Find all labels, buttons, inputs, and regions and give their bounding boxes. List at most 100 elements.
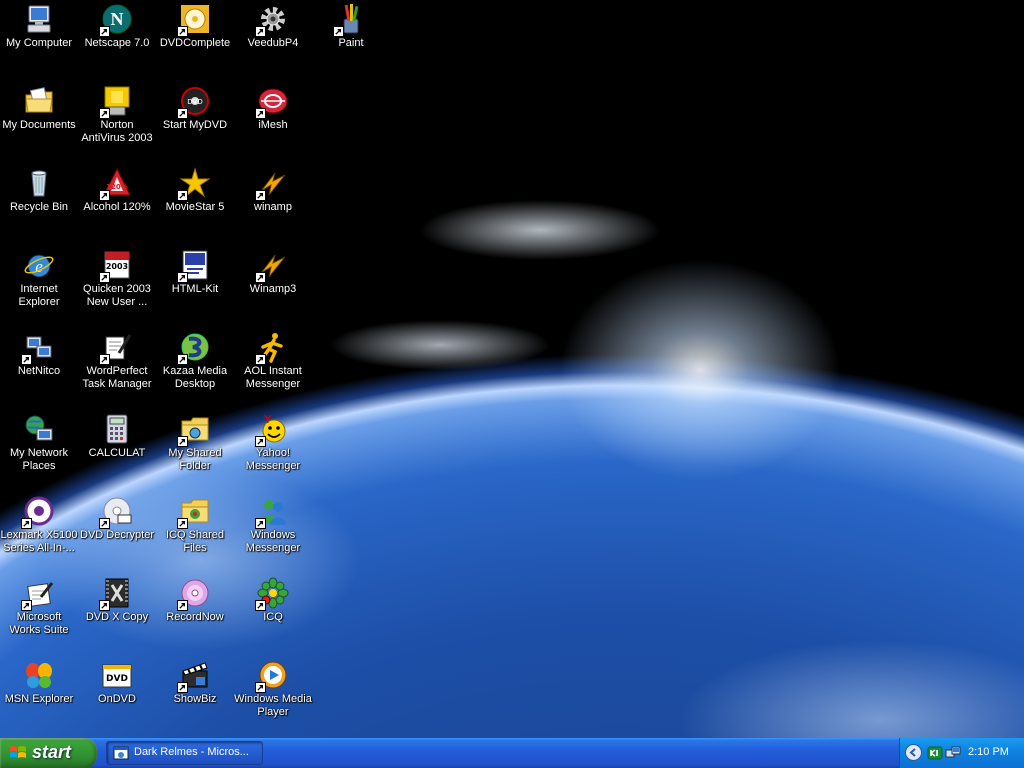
icon-label: AOL Instant Messenger — [244, 365, 302, 390]
icon-my-documents[interactable]: My Documents — [0, 85, 78, 132]
icon-dvd-decrypter[interactable]: DVD Decrypter — [78, 495, 156, 542]
windows-flag-icon — [9, 745, 27, 761]
icon-label: Alcohol 120% — [83, 201, 151, 213]
network-connection-icon[interactable] — [945, 745, 961, 761]
html-kit-icon — [177, 249, 211, 283]
icon-label: Kazaa Media Desktop — [162, 365, 228, 390]
internet-explorer-icon: e — [23, 249, 55, 281]
shared-folder-icon — [177, 413, 211, 447]
icon-winamp3[interactable]: Winamp3 — [234, 249, 312, 296]
shortcut-arrow-icon — [255, 682, 266, 693]
shortcut-arrow-icon — [99, 26, 110, 37]
icon-icq[interactable]: ICQ — [234, 577, 312, 624]
quicken-box-icon: 2003 — [99, 249, 133, 283]
icon-aol-instant-messenger[interactable]: AOL Instant Messenger — [234, 331, 312, 391]
shortcut-arrow-icon — [177, 436, 188, 447]
icon-windows-messenger[interactable]: Windows Messenger — [234, 495, 312, 555]
tray-app-icon[interactable] — [927, 745, 943, 761]
icon-winamp[interactable]: winamp — [234, 167, 312, 214]
shortcut-arrow-icon — [99, 600, 110, 611]
icon-internet-explorer[interactable]: e Internet Explorer — [0, 249, 78, 309]
shortcut-arrow-icon — [177, 272, 188, 283]
icon-ondvd[interactable]: DVD OnDVD — [78, 659, 156, 706]
icon-moviestar[interactable]: MovieStar 5 — [156, 167, 234, 214]
icon-yahoo-messenger[interactable]: Y Yahoo! Messenger — [234, 413, 312, 473]
shortcut-arrow-icon — [177, 518, 188, 529]
shortcut-arrow-icon — [21, 354, 32, 365]
icq-folder-icon — [177, 495, 211, 529]
media-player-icon — [255, 659, 289, 693]
shortcut-arrow-icon — [177, 190, 188, 201]
icon-label: ShowBiz — [173, 693, 217, 705]
icon-label: DVDComplete — [159, 37, 231, 49]
icon-label: WordPerfect Task Manager — [82, 365, 152, 390]
messenger-buddies-icon — [255, 495, 289, 529]
works-suite-icon — [21, 577, 55, 611]
icon-my-network-places[interactable]: My Network Places — [0, 413, 78, 473]
svg-text:N: N — [111, 9, 124, 29]
icon-netnitco[interactable]: NetNitco — [0, 331, 78, 378]
icon-label: My Documents — [2, 119, 76, 131]
shortcut-arrow-icon — [255, 436, 266, 447]
icon-norton-antivirus[interactable]: Norton AntiVirus 2003 — [78, 85, 156, 145]
icon-label: My Network Places — [9, 447, 69, 472]
icon-html-kit[interactable]: HTML-Kit — [156, 249, 234, 296]
shortcut-arrow-icon — [177, 26, 188, 37]
dvd-disc-icon — [99, 495, 133, 529]
icon-showbiz[interactable]: ShowBiz — [156, 659, 234, 706]
icon-calculat[interactable]: CALCULAT — [78, 413, 156, 460]
icon-microsoft-works-suite[interactable]: Microsoft Works Suite — [0, 577, 78, 637]
network-globe-icon — [23, 413, 55, 445]
netscape-icon: N — [99, 3, 133, 37]
icon-paint[interactable]: Paint — [312, 3, 390, 50]
icon-windows-media-player[interactable]: Windows Media Player — [234, 659, 312, 719]
icon-kazaa-media-desktop[interactable]: Kazaa Media Desktop — [156, 331, 234, 391]
icon-dvdcomplete[interactable]: DVDComplete — [156, 3, 234, 50]
taskbar: start Dark Relmes - Micros... 2:10 PM — [0, 738, 1024, 768]
icon-imesh[interactable]: iMesh — [234, 85, 312, 132]
shortcut-arrow-icon — [255, 272, 266, 283]
paint-brushes-icon — [333, 3, 367, 37]
system-tray: 2:10 PM — [899, 738, 1024, 768]
dvd-x-copy-icon — [99, 577, 133, 611]
icon-my-shared-folder[interactable]: My Shared Folder — [156, 413, 234, 473]
taskbar-item-window[interactable]: Dark Relmes - Micros... — [106, 741, 263, 765]
msn-butterfly-icon — [23, 659, 55, 691]
shortcut-arrow-icon — [99, 272, 110, 283]
icon-recordnow[interactable]: RecordNow — [156, 577, 234, 624]
icon-label: My Shared Folder — [168, 447, 222, 472]
gear-icon — [255, 3, 289, 37]
icon-my-computer[interactable]: My Computer — [0, 3, 78, 50]
winamp-bolt-icon — [255, 167, 289, 201]
icon-dvd-x-copy[interactable]: DVD X Copy — [78, 577, 156, 624]
icon-recycle-bin[interactable]: Recycle Bin — [0, 167, 78, 214]
svg-text:Y: Y — [264, 414, 272, 426]
icon-label: Paint — [338, 37, 364, 49]
icon-label: VeedubP4 — [247, 37, 299, 49]
shortcut-arrow-icon — [255, 518, 266, 529]
icon-alcohol-120[interactable]: 120% Alcohol 120% — [78, 167, 156, 214]
shortcut-arrow-icon — [177, 354, 188, 365]
icon-veedubp4[interactable]: VeedubP4 — [234, 3, 312, 50]
icon-label: Internet Explorer — [18, 283, 60, 308]
icon-label: NetNitco — [17, 365, 61, 377]
icon-icq-shared-files[interactable]: ICQ Shared Files — [156, 495, 234, 555]
icon-wordperfect-task-manager[interactable]: WordPerfect Task Manager — [78, 331, 156, 391]
folder-documents-icon — [23, 85, 55, 117]
icon-lexmark-x5100[interactable]: Lexmark X5100 Series All-In-... — [0, 495, 78, 555]
tray-expand-chevron-icon[interactable] — [905, 744, 922, 761]
icon-msn-explorer[interactable]: MSN Explorer — [0, 659, 78, 706]
icq-flower-icon — [255, 577, 289, 611]
icon-netscape[interactable]: N Netscape 7.0 — [78, 3, 156, 50]
alcohol-icon: 120% — [99, 167, 133, 201]
start-button[interactable]: start — [0, 738, 97, 768]
icon-label: MSN Explorer — [4, 693, 74, 705]
icon-label: RecordNow — [166, 611, 224, 623]
shortcut-arrow-icon — [333, 26, 344, 37]
clock: 2:10 PM — [968, 746, 1009, 758]
icon-start-mydvd[interactable]: DVD Start MyDVD — [156, 85, 234, 132]
svg-text:DVD: DVD — [187, 98, 202, 106]
icon-quicken-2003[interactable]: 2003 Quicken 2003 New User ... — [78, 249, 156, 309]
window-icon — [113, 745, 129, 761]
icon-label: HTML-Kit — [171, 283, 219, 295]
